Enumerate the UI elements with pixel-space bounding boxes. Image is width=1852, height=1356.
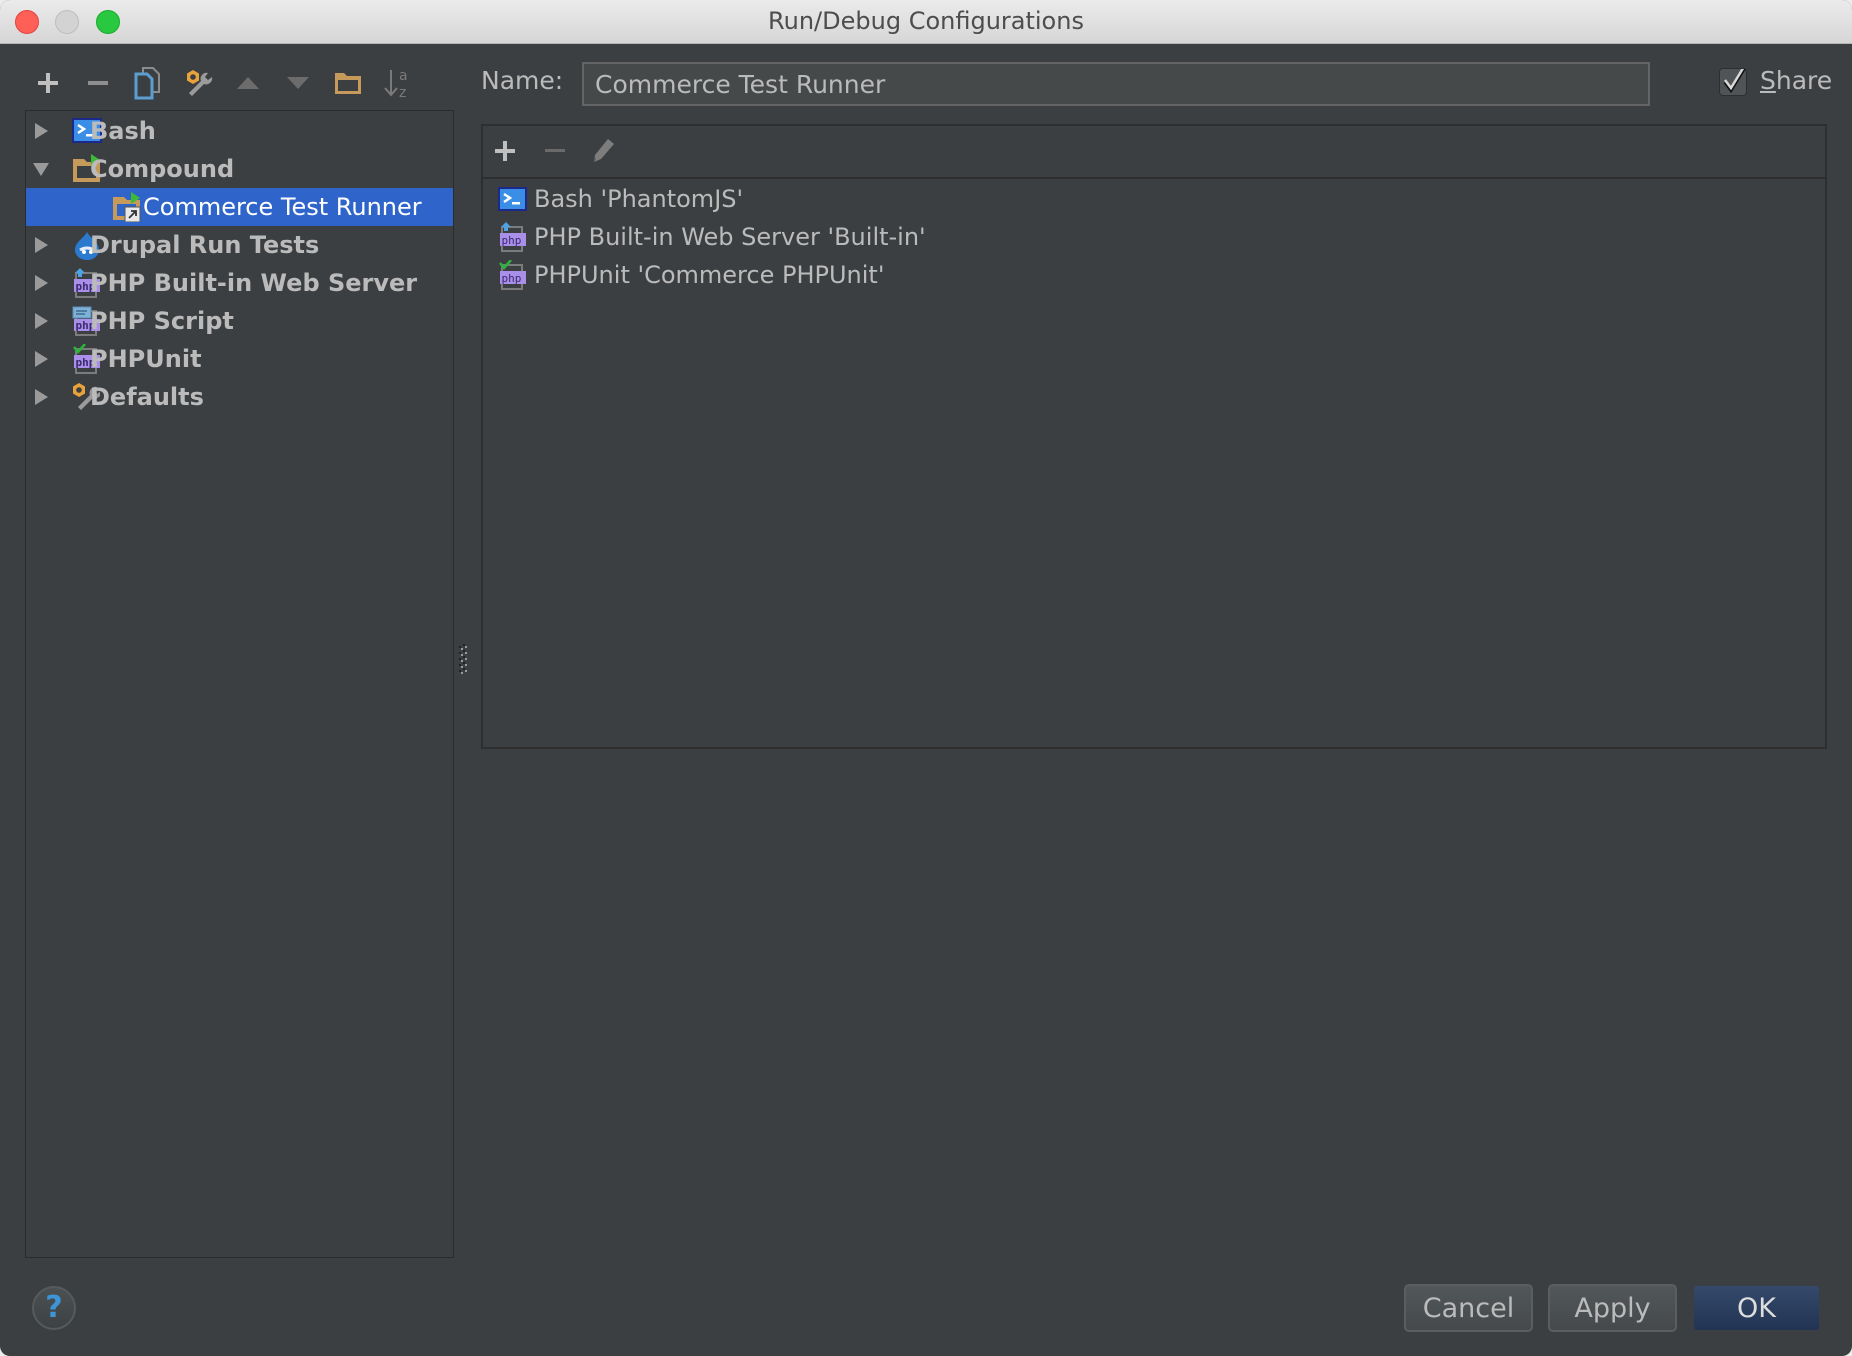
add-icon bbox=[38, 73, 58, 93]
remove-icon bbox=[545, 149, 565, 152]
move-down-icon bbox=[287, 77, 309, 89]
tree-item-defaults[interactable]: Defaults bbox=[26, 378, 453, 416]
tree-item-label: Bash bbox=[90, 117, 156, 145]
copy-icon bbox=[134, 67, 160, 100]
tree-item-label: Commerce Test Runner bbox=[143, 193, 422, 221]
run-debug-configurations-dialog: Run/Debug Configurations a z Bash Compou… bbox=[0, 0, 1852, 1356]
collapse-arrow-icon[interactable] bbox=[32, 160, 50, 178]
svg-text:z: z bbox=[399, 85, 406, 100]
name-label: Name: bbox=[481, 66, 564, 95]
svg-text:a: a bbox=[399, 68, 408, 84]
tree-item-label: PHP Script bbox=[90, 307, 234, 335]
tree-item-bash[interactable]: Bash bbox=[26, 112, 453, 150]
share-mnemonic: S bbox=[1760, 66, 1776, 95]
tree-item-phpunit[interactable]: php PHPUnit bbox=[26, 340, 453, 378]
help-icon: ? bbox=[45, 1290, 63, 1325]
share-label-rest: hare bbox=[1775, 66, 1833, 95]
tree-item-label: Compound bbox=[90, 155, 235, 183]
tree-item-drupal-run-tests[interactable]: Drupal Run Tests bbox=[26, 226, 453, 264]
expand-arrow-icon[interactable] bbox=[32, 312, 50, 330]
panel-add-button[interactable] bbox=[489, 135, 521, 167]
tree-item-commerce-test-runner[interactable]: Commerce Test Runner bbox=[26, 188, 453, 226]
panel-remove-button[interactable] bbox=[539, 135, 571, 167]
move-down-button[interactable] bbox=[281, 66, 315, 100]
list-item[interactable]: php PHPUnit 'Commerce PHPUnit' bbox=[483, 256, 1825, 294]
list-item[interactable]: Bash 'PhantomJS' bbox=[483, 180, 1825, 218]
expand-arrow-icon[interactable] bbox=[32, 388, 50, 406]
title-bar: Run/Debug Configurations bbox=[0, 0, 1852, 44]
cancel-button[interactable]: Cancel bbox=[1404, 1284, 1533, 1332]
ok-button[interactable]: OK bbox=[1692, 1284, 1821, 1332]
list-item-label: Bash 'PhantomJS' bbox=[534, 185, 744, 213]
expand-arrow-icon[interactable] bbox=[32, 122, 50, 140]
tree-item-label: PHP Built-in Web Server bbox=[90, 269, 418, 297]
svg-text:php: php bbox=[502, 272, 522, 285]
configurations-tree[interactable]: Bash Compound Commerce Test Runner Drupa… bbox=[25, 110, 454, 1258]
phpunit-icon: php bbox=[499, 260, 526, 290]
remove-icon bbox=[88, 81, 108, 85]
sort-alpha-icon: a z bbox=[384, 68, 408, 100]
move-up-icon bbox=[237, 77, 259, 89]
window-title: Run/Debug Configurations bbox=[768, 7, 1084, 35]
sort-configurations-button[interactable]: a z bbox=[381, 66, 415, 100]
compound-config-icon bbox=[113, 192, 141, 222]
share-label[interactable]: Share bbox=[1760, 66, 1832, 95]
edit-defaults-button[interactable] bbox=[181, 66, 215, 100]
name-input[interactable] bbox=[582, 62, 1650, 106]
copy-configuration-button[interactable] bbox=[131, 66, 165, 100]
remove-configuration-button[interactable] bbox=[81, 66, 115, 100]
wrench-icon bbox=[187, 70, 213, 96]
apply-button[interactable]: Apply bbox=[1548, 1284, 1677, 1332]
checkmark-icon bbox=[1723, 64, 1747, 94]
add-icon bbox=[495, 141, 515, 161]
add-configuration-button[interactable] bbox=[31, 66, 65, 100]
panel-edit-button[interactable] bbox=[587, 135, 619, 167]
tree-item-label: Defaults bbox=[90, 383, 204, 411]
tree-item-compound[interactable]: Compound bbox=[26, 150, 453, 188]
create-folder-button[interactable] bbox=[331, 66, 365, 100]
list-item[interactable]: php PHP Built-in Web Server 'Built-in' bbox=[483, 218, 1825, 256]
expand-arrow-icon[interactable] bbox=[32, 274, 50, 292]
bash-icon bbox=[498, 187, 527, 211]
splitter-handle[interactable] bbox=[459, 644, 467, 676]
help-button[interactable]: ? bbox=[32, 1286, 76, 1330]
php-server-icon: php bbox=[500, 222, 526, 252]
list-item-label: PHPUnit 'Commerce PHPUnit' bbox=[534, 261, 885, 289]
expand-arrow-icon[interactable] bbox=[32, 350, 50, 368]
svg-text:php: php bbox=[502, 234, 522, 247]
edit-pencil-icon bbox=[593, 139, 614, 163]
share-checkbox[interactable] bbox=[1719, 64, 1747, 96]
compound-configurations-panel: Bash 'PhantomJS' php PHP Built-in Web Se… bbox=[481, 124, 1827, 749]
folder-icon bbox=[335, 73, 361, 94]
tree-item-label: PHPUnit bbox=[90, 345, 202, 373]
expand-arrow-icon[interactable] bbox=[32, 236, 50, 254]
tree-item-php-script[interactable]: php PHP Script bbox=[26, 302, 453, 340]
tree-item-label: Drupal Run Tests bbox=[90, 231, 320, 259]
tree-item-php-built-in-web-server[interactable]: php PHP Built-in Web Server bbox=[26, 264, 453, 302]
list-item-label: PHP Built-in Web Server 'Built-in' bbox=[534, 223, 926, 251]
panel-toolbar bbox=[483, 126, 1825, 179]
move-up-button[interactable] bbox=[231, 66, 265, 100]
